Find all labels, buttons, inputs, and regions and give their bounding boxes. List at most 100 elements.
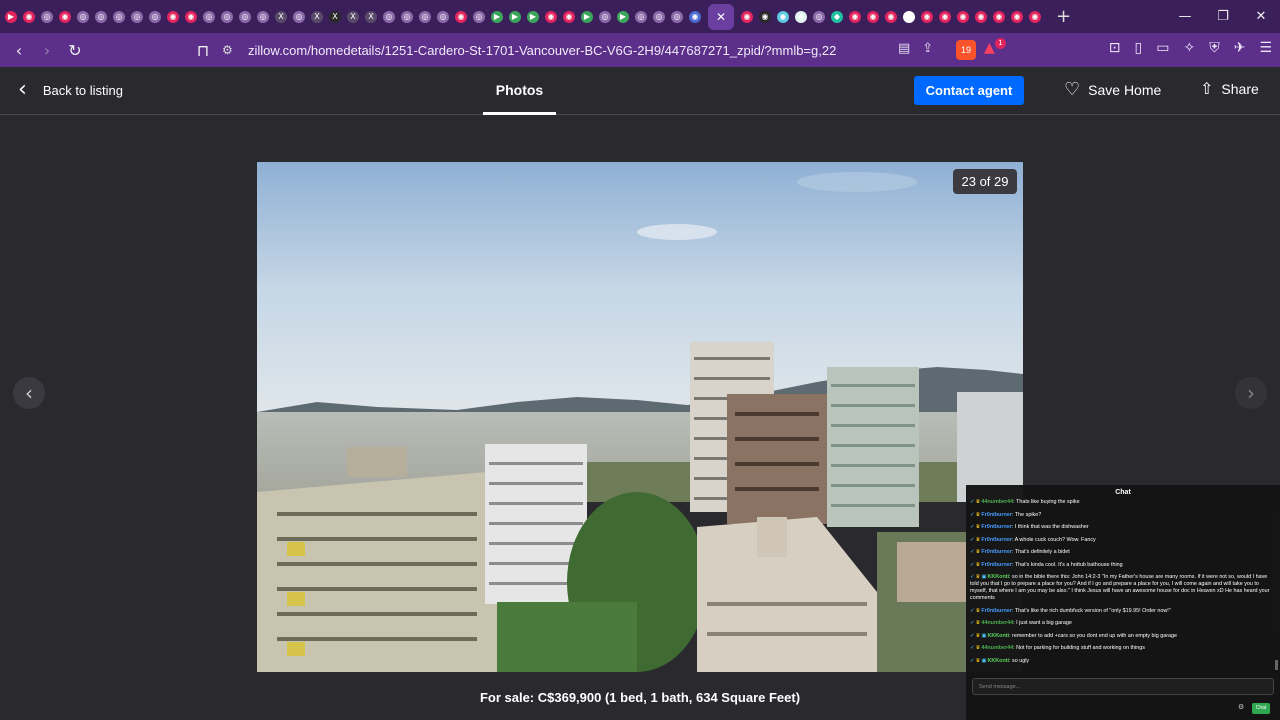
browser-tab-19[interactable]: X xyxy=(344,0,362,33)
chat-input[interactable]: Send message... xyxy=(972,678,1274,695)
next-photo-button[interactable]: › xyxy=(1235,377,1267,409)
browser-tab-35[interactable]: ◎ xyxy=(632,0,650,33)
browser-tab-right-5[interactable]: ◆ xyxy=(828,0,846,33)
screenshot-icon[interactable]: ⊡ xyxy=(1109,40,1121,56)
browser-tab-4[interactable]: ◎ xyxy=(74,0,92,33)
close-window-icon[interactable]: ✕ xyxy=(1242,0,1280,33)
chat-username[interactable]: 44number44 xyxy=(981,620,1013,626)
chat-username[interactable]: KKKonti xyxy=(987,658,1009,664)
forward-arrow-icon[interactable]: › xyxy=(34,37,60,63)
brave-shields-icon[interactable]: 19 xyxy=(956,40,976,60)
bookmark-icon[interactable]: ⊓ xyxy=(190,37,216,63)
browser-tab-28[interactable]: ▶ xyxy=(506,0,524,33)
site-settings-icon[interactable]: ⚙ xyxy=(222,43,236,57)
browser-tab-right-14[interactable]: ◉ xyxy=(990,0,1008,33)
chat-username[interactable]: Fr0ntburner xyxy=(981,524,1012,530)
browser-tab-34[interactable]: ▶ xyxy=(614,0,632,33)
restore-icon[interactable]: ❐ xyxy=(1204,0,1242,33)
menu-icon[interactable]: ☰ xyxy=(1259,40,1272,56)
browser-tab-0[interactable]: ▶ xyxy=(2,0,20,33)
browser-tab-38[interactable]: ◉ xyxy=(686,0,704,33)
browser-tab-26[interactable]: ◎ xyxy=(470,0,488,33)
browser-tab-11[interactable]: ◎ xyxy=(200,0,218,33)
browser-tab-right-10[interactable]: ◉ xyxy=(918,0,936,33)
leo-ai-icon[interactable]: ✧ xyxy=(1183,40,1195,56)
browser-tab-32[interactable]: ▶ xyxy=(578,0,596,33)
sidebar-icon[interactable]: ▯ xyxy=(1135,40,1143,56)
chat-username[interactable]: Fr0ntburner xyxy=(981,608,1012,614)
browser-tab-29[interactable]: ▶ xyxy=(524,0,542,33)
browser-tab-9[interactable]: ◉ xyxy=(164,0,182,33)
share-page-icon[interactable]: ⇪ xyxy=(922,41,933,56)
browser-tab-10[interactable]: ◉ xyxy=(182,0,200,33)
browser-tab-31[interactable]: ◉ xyxy=(560,0,578,33)
browser-tab-16[interactable]: ◎ xyxy=(290,0,308,33)
browser-tab-right-4[interactable]: ◎ xyxy=(810,0,828,33)
browser-tab-27[interactable]: ▶ xyxy=(488,0,506,33)
browser-tab-15[interactable]: X xyxy=(272,0,290,33)
vpn-icon[interactable]: ⛨ xyxy=(1209,40,1220,56)
back-to-listing-link[interactable]: ‹ Back to listing xyxy=(18,79,123,101)
chat-message-list[interactable]: ✓♛44number44: Thats like buying the spik… xyxy=(970,499,1276,671)
chat-send-button[interactable]: Chat xyxy=(1252,703,1270,714)
browser-tab-right-7[interactable]: ◉ xyxy=(864,0,882,33)
brave-rewards-icon[interactable]: ▲ 1 xyxy=(984,38,1006,58)
browser-tab-1[interactable]: ◉ xyxy=(20,0,38,33)
browser-tab-20[interactable]: X xyxy=(362,0,380,33)
browser-tab-right-11[interactable]: ◉ xyxy=(936,0,954,33)
browser-tab-24[interactable]: ◎ xyxy=(434,0,452,33)
back-arrow-icon[interactable]: ‹ xyxy=(6,37,32,63)
browser-tab-30[interactable]: ◉ xyxy=(542,0,560,33)
browser-tab-right-16[interactable]: ◉ xyxy=(1026,0,1044,33)
listing-photo[interactable] xyxy=(257,162,1023,672)
browser-tab-18[interactable]: X xyxy=(326,0,344,33)
tab-photos[interactable]: Photos xyxy=(483,67,556,115)
browser-tab-right-6[interactable]: ◉ xyxy=(846,0,864,33)
browser-tab-22[interactable]: ◎ xyxy=(398,0,416,33)
browser-tab-17[interactable]: X xyxy=(308,0,326,33)
chat-username[interactable]: 44number44 xyxy=(981,499,1013,505)
chat-username[interactable]: Fr0ntburner xyxy=(981,537,1012,543)
browser-tab-25[interactable]: ◉ xyxy=(452,0,470,33)
browser-tab-right-8[interactable]: ◉ xyxy=(882,0,900,33)
wallet-icon[interactable]: ▭ xyxy=(1156,40,1169,56)
browser-tab-8[interactable]: ◎ xyxy=(146,0,164,33)
browser-tab-right-0[interactable]: ◉ xyxy=(738,0,756,33)
save-home-button[interactable]: ♡ Save Home xyxy=(1064,79,1161,100)
extension-icon[interactable]: ✈ xyxy=(1234,40,1246,56)
url-bar[interactable]: ⚙ zillow.com/homedetails/1251-Cardero-St… xyxy=(222,37,1012,63)
browser-tab-12[interactable]: ◎ xyxy=(218,0,236,33)
browser-tab-5[interactable]: ◎ xyxy=(92,0,110,33)
close-icon[interactable]: ✕ xyxy=(715,10,727,24)
browser-tab-3[interactable]: ◉ xyxy=(56,0,74,33)
chat-username[interactable]: Fr0ntburner xyxy=(981,562,1012,568)
browser-tab-14[interactable]: ◎ xyxy=(254,0,272,33)
share-button[interactable]: ⇧ Share xyxy=(1200,79,1259,98)
browser-tab-right-12[interactable]: ◉ xyxy=(954,0,972,33)
chat-username[interactable]: KKKonti xyxy=(987,633,1009,639)
contact-agent-button[interactable]: Contact agent xyxy=(914,76,1024,105)
browser-tab-21[interactable]: ◎ xyxy=(380,0,398,33)
browser-tab-right-15[interactable]: ◉ xyxy=(1008,0,1026,33)
browser-tab-right-13[interactable]: ◉ xyxy=(972,0,990,33)
browser-tab-23[interactable]: ◎ xyxy=(416,0,434,33)
reload-icon[interactable]: ↻ xyxy=(62,37,88,63)
browser-tab-right-3[interactable]: ◉ xyxy=(792,0,810,33)
browser-tab-33[interactable]: ◎ xyxy=(596,0,614,33)
browser-tab-right-9[interactable]: G xyxy=(900,0,918,33)
browser-tab-right-2[interactable]: ◉ xyxy=(774,0,792,33)
browser-tab-13[interactable]: ◎ xyxy=(236,0,254,33)
new-tab-button[interactable]: + xyxy=(1056,6,1071,27)
active-tab[interactable]: ✕ xyxy=(708,3,734,30)
browser-tab-36[interactable]: ◎ xyxy=(650,0,668,33)
browser-tab-right-1[interactable]: ◉ xyxy=(756,0,774,33)
previous-photo-button[interactable]: ‹ xyxy=(13,377,45,409)
browser-tab-37[interactable]: ◎ xyxy=(668,0,686,33)
browser-tab-2[interactable]: ◎ xyxy=(38,0,56,33)
chat-username[interactable]: Fr0ntburner xyxy=(981,512,1012,518)
chat-username[interactable]: KKKonti xyxy=(987,574,1009,580)
chat-username[interactable]: Fr0ntburner xyxy=(981,549,1012,555)
gear-icon[interactable]: ⚙ xyxy=(1238,703,1244,711)
browser-tab-6[interactable]: ◎ xyxy=(110,0,128,33)
chat-scrollbar[interactable] xyxy=(1275,660,1278,670)
